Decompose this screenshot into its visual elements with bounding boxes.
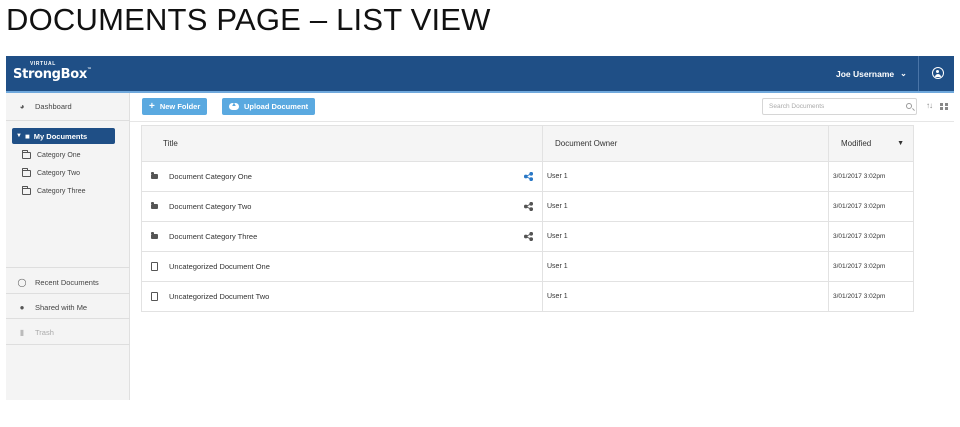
sidebar-divider [6,318,130,319]
column-header-modified[interactable]: Modified ▼ [828,125,914,162]
table-row[interactable]: Uncategorized Document Two User 1 3/01/2… [141,281,914,312]
caret-down-icon: ▼ [16,133,22,139]
trash-icon: ▮ [19,327,25,337]
sidebar-item-label: Category One [37,151,81,159]
toolbar: + New Folder Upload Document ↑↓ [130,93,954,121]
row-owner: User 1 [542,221,829,252]
sidebar-divider [6,344,130,345]
users-icon: ● [19,302,25,312]
table-header-row: Title Document Owner Modified ▼ [141,125,914,162]
row-owner: User 1 [542,161,829,192]
sidebar-item-category-three[interactable]: Category Three [22,183,86,199]
brand-logo[interactable]: VIRTUAL StrongBox™ [13,62,92,82]
table-row[interactable]: Document Category Two User 1 3/01/2017 3… [141,191,914,222]
cloud-upload-icon [229,102,239,110]
clock-icon: ◯ [17,277,27,287]
search-input[interactable] [762,98,917,115]
search-icon[interactable] [906,103,912,109]
sort-caret-down-icon[interactable]: ▼ [897,140,904,147]
row-owner: User 1 [542,281,829,312]
sidebar-divider [6,293,130,294]
share-icon[interactable] [524,172,533,181]
row-title[interactable]: Document Category Three [169,232,257,241]
folder-icon [151,202,158,209]
chevron-down-icon: ⌄ [900,69,907,78]
app-window: VIRTUAL StrongBox™ Joe Username ⌄ ◕ Dash… [6,56,954,400]
row-title[interactable]: Document Category Two [169,202,251,211]
account-icon[interactable] [932,67,944,79]
row-title[interactable]: Uncategorized Document Two [169,292,269,301]
slide-title: DOCUMENTS PAGE – LIST VIEW [6,2,491,37]
sidebar-item-label: Recent Documents [35,277,99,287]
row-modified: 3/01/2017 3:02pm [828,161,914,192]
documents-table: Title Document Owner Modified ▼ Document… [141,125,914,312]
sidebar-item-category-one[interactable]: Category One [22,147,81,163]
sidebar-item-category-two[interactable]: Category Two [22,165,80,181]
top-bar: VIRTUAL StrongBox™ Joe Username ⌄ [6,56,954,91]
table-row[interactable]: Uncategorized Document One User 1 3/01/2… [141,251,914,282]
sidebar-item-trash[interactable]: ▮ Trash [6,321,130,343]
row-owner: User 1 [542,191,829,222]
user-menu[interactable]: Joe Username ⌄ [836,56,918,91]
new-folder-button[interactable]: + New Folder [142,98,208,115]
user-name: Joe Username [836,68,895,79]
sidebar-item-label: Dashboard [35,101,72,111]
table-row[interactable]: Document Category One User 1 3/01/2017 3… [141,161,914,192]
folder-outline-icon [22,167,31,177]
sidebar: ◕ Dashboard ▼ ■ My Documents Category On… [6,93,130,400]
new-folder-label: New Folder [159,102,201,111]
column-header-label: Modified [841,139,872,148]
row-owner: User 1 [542,251,829,282]
sidebar-item-label: Trash [35,327,54,337]
gauge-icon: ◕ [19,101,25,111]
share-icon[interactable] [524,232,533,241]
row-modified: 3/01/2017 3:02pm [828,251,914,282]
row-modified: 3/01/2017 3:02pm [828,281,914,312]
folder-outline-icon [22,185,31,195]
sidebar-item-recent-documents[interactable]: ◯ Recent Documents [6,271,130,293]
row-modified: 3/01/2017 3:02pm [828,221,914,252]
document-icon [151,292,158,301]
grid-view-icon[interactable] [940,103,948,110]
upload-document-button[interactable]: Upload Document [222,98,316,115]
brand-name: StrongBox™ [13,67,92,82]
row-title[interactable]: Uncategorized Document One [169,262,270,271]
sidebar-item-my-documents[interactable]: ▼ ■ My Documents [12,128,115,144]
sidebar-divider [6,267,130,268]
document-icon [151,262,158,271]
folder-icon [151,232,158,239]
folder-open-icon: ■ [24,131,30,141]
upload-document-label: Upload Document [244,102,309,111]
folder-outline-icon [22,149,31,159]
sidebar-item-dashboard[interactable]: ◕ Dashboard [6,95,130,117]
sidebar-item-label: Category Three [37,187,86,195]
column-header-title[interactable]: Title [141,125,543,162]
sort-icon[interactable]: ↑↓ [926,101,933,110]
sidebar-item-label: Shared with Me [35,302,88,312]
sidebar-item-label: Category Two [37,169,81,177]
share-icon[interactable] [524,202,533,211]
column-header-owner[interactable]: Document Owner [542,125,829,162]
row-modified: 3/01/2017 3:02pm [828,191,914,222]
folder-icon [151,172,158,179]
row-title[interactable]: Document Category One [169,172,252,181]
plus-icon: + [149,100,155,112]
sidebar-item-shared-with-me[interactable]: ● Shared with Me [6,296,130,318]
toolbar-divider [130,121,954,122]
header-divider [918,56,919,91]
table-row[interactable]: Document Category Three User 1 3/01/2017… [141,221,914,252]
sidebar-item-label: My Documents [33,131,88,141]
sidebar-divider [6,120,130,121]
